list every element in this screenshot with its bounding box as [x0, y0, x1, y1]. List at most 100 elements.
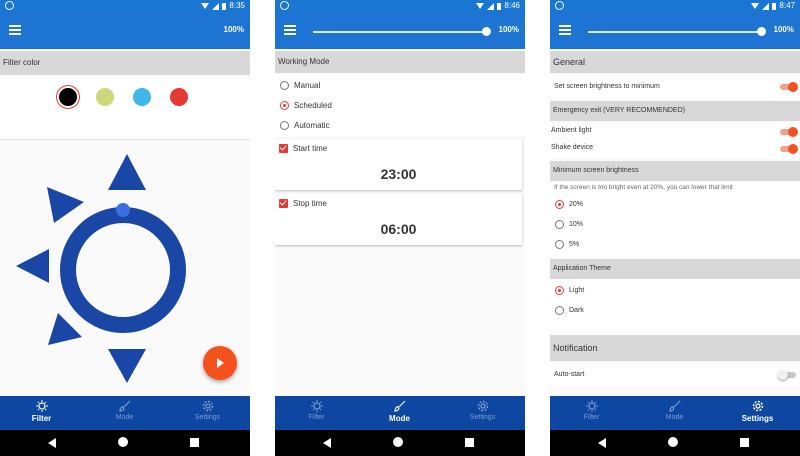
brightness-slider[interactable] [313, 31, 486, 33]
mode-option-scheduled[interactable]: Scheduled [280, 101, 332, 110]
mode-option-label: Automatic [294, 121, 330, 130]
filter-screen: 8:35 100% Filter color Filter Mode Setti… [0, 0, 250, 456]
home-icon[interactable] [118, 437, 128, 447]
recents-icon[interactable] [190, 438, 199, 447]
start-time-toggle[interactable]: Start time [279, 144, 327, 153]
stop-time-card: Stop time 06:00 [275, 194, 522, 245]
nav-settings[interactable]: Settings [441, 396, 524, 430]
brightness-slider-knob[interactable] [757, 27, 766, 36]
brightness-option-label: 10% [569, 221, 584, 228]
theme-option-dark[interactable]: Dark [555, 306, 584, 315]
logo-ring [60, 207, 186, 333]
emergency-exit-group: Ambient light Shake device [550, 123, 800, 159]
logo-knob [116, 203, 130, 217]
brightness-slider[interactable] [588, 31, 761, 33]
wifi-icon [476, 3, 485, 9]
wifi-icon [751, 3, 760, 9]
radio-icon [280, 121, 289, 130]
status-app-icon [555, 1, 564, 10]
swatch-black[interactable] [59, 88, 77, 106]
nav-filter[interactable]: Filter [0, 396, 83, 430]
recents-icon[interactable] [465, 438, 474, 447]
brightness-option-10[interactable]: 10% [555, 220, 583, 229]
home-icon[interactable] [393, 437, 403, 447]
back-icon[interactable] [598, 438, 606, 448]
brush-icon [668, 400, 680, 412]
set-min-brightness-toggle[interactable] [780, 82, 798, 92]
brightness-value: 100% [498, 25, 519, 34]
brightness-slider-knob[interactable] [482, 27, 491, 36]
back-icon[interactable] [48, 438, 56, 448]
status-bar: 8:46 [275, 0, 525, 12]
brightness-option-20[interactable]: 20% [555, 200, 583, 209]
set-min-brightness-label: Set screen brightness to minimum [554, 83, 660, 90]
swatch-yellow[interactable] [96, 88, 114, 106]
min-brightness-group: If the screen is too bright even at 20%,… [550, 181, 800, 257]
mode-option-automatic[interactable]: Automatic [280, 121, 330, 130]
nav-mode-label: Mode [115, 414, 134, 421]
system-nav [550, 430, 800, 456]
brightness-option-5[interactable]: 5% [555, 240, 579, 249]
nav-mode[interactable]: Mode [358, 396, 441, 430]
app-theme-group: Light Dark [550, 279, 800, 331]
auto-start-row[interactable]: Auto-start [550, 363, 800, 387]
set-min-brightness-row[interactable]: Set screen brightness to minimum [550, 75, 800, 99]
app-bar: 100% [0, 12, 250, 49]
nav-filter-label: Filter [31, 414, 52, 423]
nav-mode-label: Mode [389, 414, 410, 423]
swatch-red[interactable] [170, 88, 188, 106]
nav-filter[interactable]: Filter [550, 396, 633, 430]
auto-start-label: Auto-start [554, 371, 585, 378]
stop-time-toggle[interactable]: Stop time [279, 199, 327, 208]
swatch-blue[interactable] [133, 88, 151, 106]
brush-icon [393, 400, 405, 412]
brightness-option-label: 20% [569, 201, 584, 208]
mode-screen: 8:46 100% Working Mode Manual Scheduled … [275, 0, 525, 456]
menu-icon[interactable] [284, 25, 296, 35]
start-time-card: Start time 23:00 [275, 139, 522, 190]
color-swatch-row [0, 78, 250, 140]
play-button[interactable] [203, 346, 237, 380]
nav-settings-label: Settings [194, 414, 221, 421]
brightness-option-label: 5% [569, 241, 580, 248]
stop-time-value[interactable]: 06:00 [275, 221, 522, 237]
ambient-light-toggle[interactable] [780, 127, 798, 137]
gear-icon [752, 400, 763, 412]
nav-mode[interactable]: Mode [633, 396, 716, 430]
back-icon[interactable] [323, 438, 331, 448]
logo-ray-top [108, 154, 146, 190]
recents-icon[interactable] [740, 438, 749, 447]
general-header: General [550, 51, 800, 73]
nav-filter[interactable]: Filter [275, 396, 358, 430]
nav-mode-label: Mode [665, 414, 684, 421]
nav-filter-label: Filter [583, 414, 600, 421]
nav-mode[interactable]: Mode [83, 396, 166, 430]
nav-settings[interactable]: Settings [716, 396, 799, 430]
signal-icon [762, 2, 770, 10]
theme-option-light[interactable]: Light [555, 286, 584, 295]
menu-icon[interactable] [9, 25, 21, 35]
start-time-value[interactable]: 23:00 [275, 166, 522, 182]
working-mode-header: Working Mode [275, 51, 525, 73]
radio-icon [280, 101, 289, 110]
mode-option-manual[interactable]: Manual [280, 81, 320, 90]
home-icon[interactable] [668, 437, 678, 447]
settings-screen: 8:47 100% General Set screen brightness … [550, 0, 800, 456]
status-time: 8:46 [504, 1, 520, 10]
notification-header: Notification [550, 335, 800, 361]
radio-icon [555, 200, 564, 209]
wifi-icon [201, 3, 210, 9]
menu-icon[interactable] [559, 25, 571, 35]
status-time: 8:47 [779, 1, 795, 10]
app-theme-header: Application Theme [550, 259, 800, 279]
system-nav [0, 430, 250, 456]
auto-start-toggle[interactable] [778, 370, 796, 380]
bottom-nav: Filter Mode Settings [0, 396, 250, 430]
shake-device-toggle[interactable] [780, 144, 798, 154]
mode-option-label: Scheduled [294, 101, 332, 110]
ambient-light-label: Ambient light [551, 127, 592, 134]
filter-color-header: Filter color [0, 51, 250, 75]
nav-settings[interactable]: Settings [166, 396, 249, 430]
status-bar: 8:47 [550, 0, 800, 12]
checkbox-icon [279, 144, 288, 153]
